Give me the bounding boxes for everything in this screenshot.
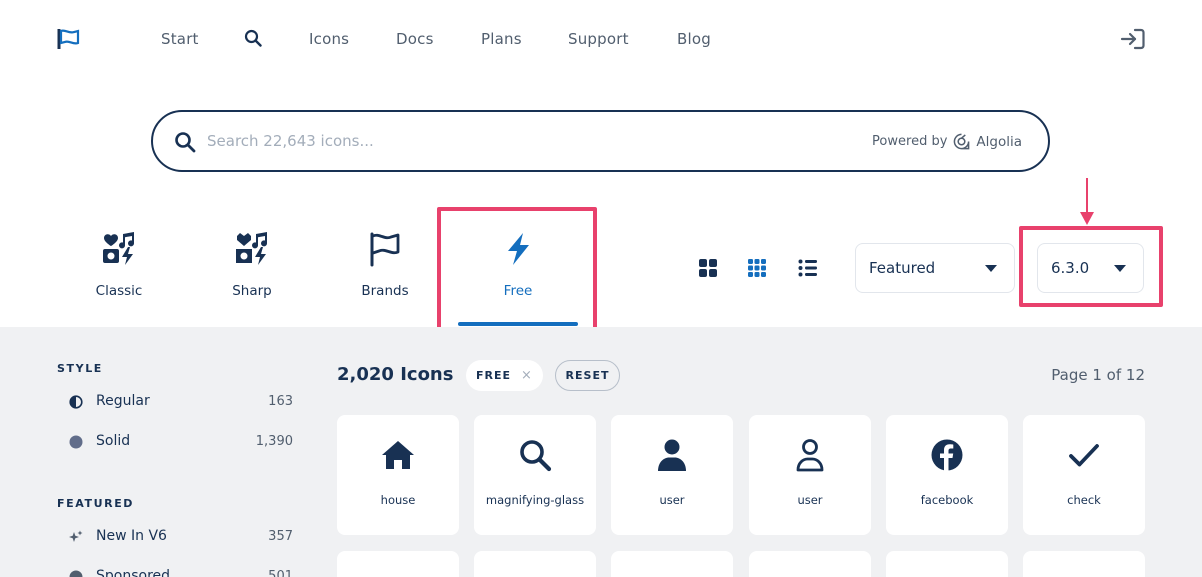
small-grid-icon[interactable] bbox=[747, 258, 767, 278]
reset-filters-button[interactable]: RESET bbox=[555, 360, 620, 391]
chevron-down-icon bbox=[985, 265, 997, 272]
active-filter-chip-free[interactable]: FREE × bbox=[466, 360, 543, 391]
icon-card-label: house bbox=[380, 493, 416, 507]
algolia-label: Algolia bbox=[976, 133, 1022, 150]
house-icon bbox=[382, 441, 414, 469]
filter-label: Sponsored bbox=[96, 568, 171, 577]
tab-sharp-label: Sharp bbox=[232, 283, 272, 299]
filter-label: Regular bbox=[96, 393, 150, 409]
circle-icon bbox=[69, 435, 83, 449]
icon-search-bar[interactable]: Powered by Algolia bbox=[151, 110, 1050, 172]
filter-label: New In V6 bbox=[96, 528, 167, 544]
tab-sharp[interactable]: Sharp bbox=[192, 226, 312, 316]
icon-card-label: facebook bbox=[920, 493, 974, 507]
filter-style-solid[interactable]: Solid 1,390 bbox=[69, 432, 293, 452]
sign-in-icon[interactable] bbox=[1120, 27, 1146, 51]
powered-by-label: Powered by bbox=[872, 134, 948, 149]
flag-icon bbox=[370, 232, 400, 267]
icon-card-magnifying-glass[interactable]: magnifying-glass bbox=[474, 415, 596, 535]
icon-card[interactable] bbox=[611, 551, 733, 577]
version-highlight-box bbox=[1019, 226, 1163, 307]
page-indicator: Page 1 of 12 bbox=[1051, 366, 1145, 384]
filter-count: 1,390 bbox=[255, 434, 293, 449]
free-tab-highlight-box bbox=[437, 207, 597, 345]
annotation-arrow-head-icon bbox=[1080, 212, 1094, 225]
list-icon[interactable] bbox=[798, 258, 818, 278]
icon-card-user-solid[interactable]: user bbox=[611, 415, 733, 535]
icon-card-label: magnifying-glass bbox=[485, 493, 585, 507]
sort-select[interactable]: Featured bbox=[855, 243, 1015, 293]
chip-label: FREE bbox=[476, 369, 512, 382]
filter-count: 357 bbox=[268, 529, 293, 544]
circle-half-stroke-icon bbox=[69, 395, 83, 409]
user-outline-icon bbox=[796, 439, 824, 472]
filter-sponsored[interactable]: Sponsored 501 bbox=[69, 567, 293, 577]
nav-blog-link[interactable]: Blog bbox=[677, 30, 711, 48]
check-icon bbox=[1069, 444, 1099, 467]
icon-card[interactable] bbox=[1023, 551, 1145, 577]
annotation-arrow-line bbox=[1086, 178, 1088, 216]
icon-card[interactable] bbox=[337, 551, 459, 577]
algolia-logo-icon bbox=[954, 133, 970, 150]
sort-selected-value: Featured bbox=[869, 259, 936, 277]
results-count-title: 2,020 Icons bbox=[337, 364, 454, 385]
tab-brands-label: Brands bbox=[361, 283, 409, 299]
icon-card-user-regular[interactable]: user bbox=[749, 415, 871, 535]
search-icon bbox=[175, 132, 196, 153]
nav-icons-link[interactable]: Icons bbox=[309, 30, 349, 48]
font-awesome-logo-icon[interactable] bbox=[57, 27, 81, 51]
nav-search-icon[interactable] bbox=[244, 29, 262, 47]
classic-shapes-icon bbox=[103, 232, 135, 265]
icon-card-house[interactable]: house bbox=[337, 415, 459, 535]
icon-card-facebook[interactable]: facebook bbox=[886, 415, 1008, 535]
filter-count: 163 bbox=[268, 394, 293, 409]
magnifying-glass-icon bbox=[520, 440, 552, 472]
filter-label: Solid bbox=[96, 433, 131, 449]
filter-new-in-v6[interactable]: New In V6 357 bbox=[69, 527, 293, 547]
featured-heading: FEATURED bbox=[57, 497, 135, 510]
icon-card-check[interactable]: check bbox=[1023, 415, 1145, 535]
tab-classic[interactable]: Classic bbox=[59, 226, 179, 316]
icon-card-label: user bbox=[797, 493, 823, 507]
tab-brands[interactable]: Brands bbox=[325, 226, 445, 316]
top-navigation: Start Icons Docs Plans Support Blog bbox=[0, 0, 1202, 78]
icon-card-label: user bbox=[659, 493, 685, 507]
circle-dollar-icon bbox=[69, 570, 83, 577]
nav-docs-link[interactable]: Docs bbox=[396, 30, 434, 48]
large-grid-icon[interactable] bbox=[698, 258, 718, 278]
icon-card[interactable] bbox=[886, 551, 1008, 577]
nav-plans-link[interactable]: Plans bbox=[481, 30, 522, 48]
search-input[interactable] bbox=[207, 126, 807, 156]
filter-count: 501 bbox=[268, 569, 293, 577]
icon-card-label: check bbox=[1067, 493, 1101, 507]
user-icon bbox=[658, 439, 686, 471]
facebook-icon bbox=[931, 439, 963, 471]
nav-start-link[interactable]: Start bbox=[161, 30, 199, 48]
icon-card[interactable] bbox=[474, 551, 596, 577]
sharp-shapes-icon bbox=[236, 232, 268, 265]
tab-classic-label: Classic bbox=[95, 283, 143, 299]
close-icon[interactable]: × bbox=[521, 368, 533, 383]
filter-style-regular[interactable]: Regular 163 bbox=[69, 392, 293, 412]
style-heading: STYLE bbox=[57, 362, 103, 375]
sparkles-icon bbox=[69, 530, 83, 542]
icon-card[interactable] bbox=[749, 551, 871, 577]
powered-by-algolia[interactable]: Powered by Algolia bbox=[872, 133, 1022, 150]
nav-support-link[interactable]: Support bbox=[568, 30, 629, 48]
